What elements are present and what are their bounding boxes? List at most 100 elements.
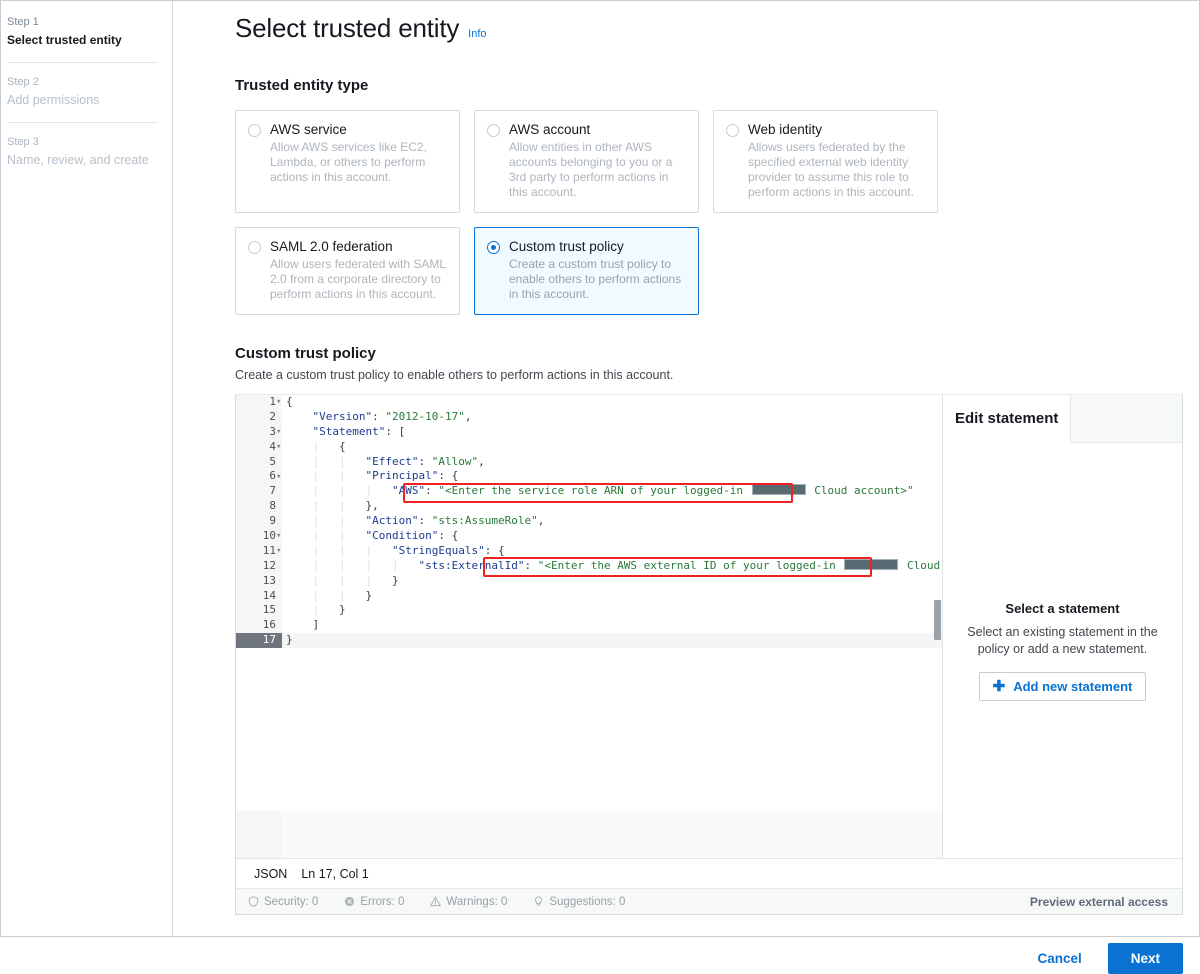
code-text[interactable]: | | }, — [282, 499, 942, 515]
code-text[interactable]: | | "Condition": { — [282, 529, 942, 544]
line-number-active: 17 — [236, 633, 282, 649]
line-number: 16 — [236, 618, 282, 634]
code-line[interactable]: 16 ] — [236, 618, 942, 634]
json-colon: : — [425, 484, 439, 498]
fold-marker[interactable]: ▾ — [276, 395, 286, 410]
radio-icon[interactable] — [726, 124, 739, 137]
option-saml-federation[interactable]: SAML 2.0 federation Allow users federate… — [235, 227, 460, 315]
code-line-7-principal-aws[interactable]: 7 | | | "AWS": "<Enter the service role … — [236, 484, 942, 500]
code-empty-space[interactable] — [236, 811, 942, 858]
line-number: 12 — [236, 558, 282, 574]
step-3-title: Name, review, and create — [7, 153, 149, 167]
status-cursor-position: Ln 17, Col 1 — [301, 866, 369, 881]
code-line-12-external-id[interactable]: 12 | | | | "sts:ExternalId": "<Enter the… — [236, 558, 942, 574]
panel-tabs: Edit statement — [943, 395, 1182, 443]
code-line[interactable]: 4 | { — [236, 439, 942, 455]
json-key-external-id: "sts:ExternalId" — [418, 558, 525, 572]
cancel-button[interactable]: Cancel — [1029, 945, 1089, 972]
page-header: Select trusted entity Info — [235, 13, 1187, 44]
empty-state-description: Select an existing statement in the poli… — [967, 624, 1158, 656]
code-text[interactable]: } — [282, 633, 942, 649]
option-title: Web identity — [748, 122, 823, 137]
radio-icon[interactable] — [248, 124, 261, 137]
fold-marker[interactable]: ▾ — [276, 529, 286, 544]
code-editor-pane[interactable]: 1 { 2 "Version": "2012-10-17", 3 "Statem… — [236, 395, 943, 858]
edit-statement-panel: Edit statement Select a statement Select… — [943, 395, 1182, 858]
code-rows: 1 { 2 "Version": "2012-10-17", 3 "Statem… — [236, 395, 942, 649]
json-key-aws: "AWS" — [392, 484, 426, 498]
code-line[interactable]: 3 "Statement": [ — [236, 424, 942, 440]
option-web-identity[interactable]: Web identity Allows users federated by t… — [713, 110, 938, 213]
code-line[interactable]: 2 "Version": "2012-10-17", — [236, 409, 942, 425]
code-line[interactable]: 6 | | "Principal": { — [236, 469, 942, 485]
panel-add-new-statement-button[interactable]: ✚ Add new statement — [978, 671, 1147, 701]
code-line[interactable]: 8 | | }, — [236, 499, 942, 515]
radio-icon[interactable] — [248, 241, 261, 254]
next-button[interactable]: Next — [1107, 943, 1183, 974]
option-title: AWS account — [509, 122, 591, 137]
custom-trust-policy-heading: Custom trust policy — [235, 345, 376, 362]
code-line-active[interactable]: 17 } — [236, 633, 942, 649]
lightbulb-icon — [533, 896, 544, 907]
panel-add-new-statement-label: Add new statement — [1013, 678, 1133, 694]
code-line[interactable]: 13 | | | } — [236, 573, 942, 589]
annotation-suggestions[interactable]: Suggestions: 0 — [533, 896, 625, 908]
code-text[interactable]: | | | } — [282, 573, 942, 589]
annotation-security[interactable]: Security: 0 — [248, 896, 318, 908]
sidebar-step-1[interactable]: Step 1 Select trusted entity — [7, 9, 158, 62]
code-line[interactable]: 14 | | } — [236, 588, 942, 604]
trusted-entity-type-options: AWS service Allow AWS services like EC2,… — [235, 110, 939, 315]
code-line[interactable]: 15 | } — [236, 603, 942, 619]
option-aws-account[interactable]: AWS account Allow entities in other AWS … — [474, 110, 699, 213]
code-text[interactable]: | | "Principal": { — [282, 469, 942, 485]
option-custom-trust-policy[interactable]: Custom trust policy Create a custom trus… — [474, 227, 699, 315]
code-text[interactable]: | | "Effect": "Allow", — [282, 454, 942, 470]
code-text[interactable]: | { — [282, 439, 942, 455]
code-text[interactable]: { — [282, 395, 942, 410]
option-title: SAML 2.0 federation — [270, 239, 393, 254]
code-text[interactable]: | | "Action": "sts:AssumeRole", — [282, 514, 942, 530]
line-number: 15 — [236, 603, 282, 619]
page-title: Select trusted entity — [235, 13, 460, 43]
option-description: Allow AWS services like EC2, Lambda, or … — [270, 140, 427, 184]
fold-marker[interactable]: ▾ — [276, 440, 286, 455]
edit-statement-empty-state: Select a statement Select an existing st… — [943, 443, 1182, 858]
sidebar-step-2[interactable]: Step 2 Add permissions — [7, 62, 158, 122]
code-line[interactable]: 1 { — [236, 395, 942, 410]
option-title: Custom trust policy — [509, 239, 624, 254]
redacted-block-cloud-provider — [844, 558, 899, 570]
annotation-errors-label: Errors: 0 — [360, 895, 405, 908]
step-1-title: Select trusted entity — [7, 33, 122, 47]
plus-icon: ✚ — [992, 677, 1006, 695]
tab-edit-statement[interactable]: Edit statement — [943, 395, 1072, 443]
code-line[interactable]: 10 | | "Condition": { — [236, 529, 942, 544]
code-line[interactable]: 5 | | "Effect": "Allow", — [236, 454, 942, 470]
fold-markers[interactable]: ▾ ▾ ▾ ▾ ▾ ▾ — [276, 395, 286, 559]
code-text[interactable]: | | | | "sts:ExternalId": "<Enter the AW… — [282, 558, 942, 574]
code-text[interactable]: | | | "AWS": "<Enter the service role AR… — [282, 484, 942, 500]
code-text[interactable]: "Statement": [ — [282, 424, 942, 440]
radio-icon[interactable] — [487, 124, 500, 137]
annotation-errors[interactable]: Errors: 0 — [344, 896, 404, 908]
editor-vertical-scrollbar[interactable] — [934, 600, 941, 640]
code-area[interactable]: 1 { 2 "Version": "2012-10-17", 3 "Statem… — [236, 395, 942, 811]
option-aws-service[interactable]: AWS service Allow AWS services like EC2,… — [235, 110, 460, 213]
code-text[interactable]: | } — [282, 603, 942, 619]
radio-icon-selected[interactable] — [487, 241, 500, 254]
code-line[interactable]: 9 | | "Action": "sts:AssumeRole", — [236, 514, 942, 530]
option-description: Allow entities in other AWS accounts bel… — [509, 140, 673, 199]
policy-editor: 1 { 2 "Version": "2012-10-17", 3 "Statem… — [235, 395, 1183, 915]
custom-trust-policy-description: Create a custom trust policy to enable o… — [235, 368, 674, 382]
code-line[interactable]: 11 | | | "StringEquals": { — [236, 543, 942, 559]
fold-marker[interactable]: ▾ — [276, 470, 286, 485]
annotation-warnings[interactable]: Warnings: 0 — [430, 896, 507, 908]
fold-marker[interactable]: ▾ — [276, 544, 286, 559]
code-text[interactable]: | | | "StringEquals": { — [282, 543, 942, 559]
code-text[interactable]: ] — [282, 618, 942, 634]
code-text[interactable]: | | } — [282, 588, 942, 604]
sidebar-step-3[interactable]: Step 3 Name, review, and create — [7, 122, 158, 182]
preview-external-access-link[interactable]: Preview external access — [1030, 895, 1168, 909]
fold-marker[interactable]: ▾ — [276, 425, 286, 440]
code-text[interactable]: "Version": "2012-10-17", — [282, 409, 942, 425]
info-link[interactable]: Info — [468, 28, 486, 40]
